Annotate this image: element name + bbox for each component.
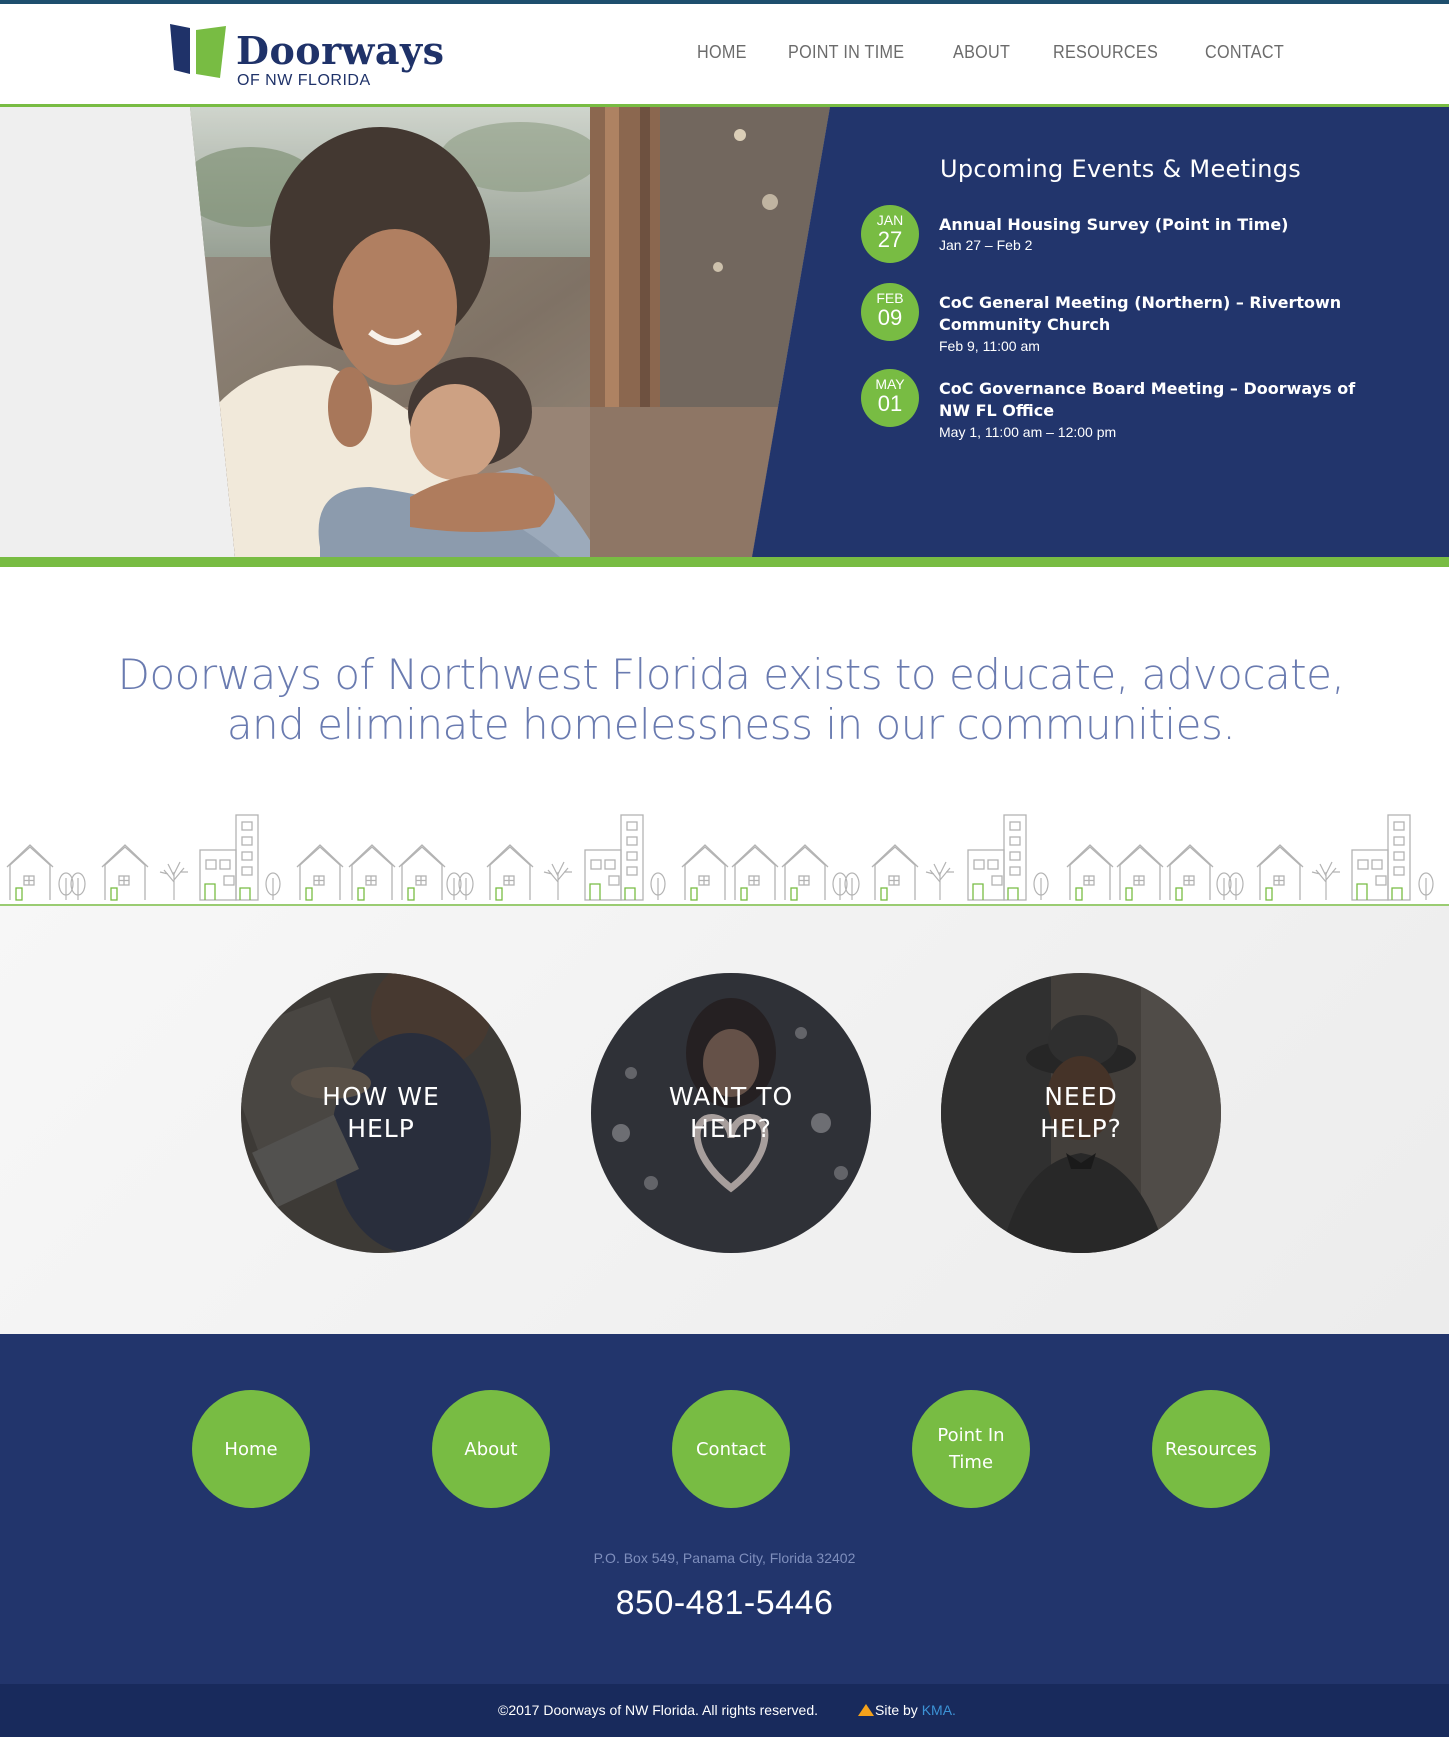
main-nav: HOME POINT IN TIME ABOUT RESOURCES CONTA… bbox=[697, 42, 1293, 63]
event-date: May 1, 11:00 am – 12:00 pm bbox=[939, 424, 1117, 440]
event-item[interactable]: JAN 27 Annual Housing Survey (Point in T… bbox=[861, 205, 1381, 265]
event-date: Feb 9, 11:00 am bbox=[939, 338, 1040, 354]
event-item[interactable]: MAY 01 CoC Governance Board Meeting – Do… bbox=[861, 369, 1381, 440]
event-date-badge: MAY 01 bbox=[861, 369, 919, 427]
town-skyline-illustration bbox=[0, 814, 1449, 906]
nav-resources[interactable]: RESOURCES bbox=[1053, 42, 1158, 63]
nav-home[interactable]: HOME bbox=[697, 42, 747, 63]
how-we-help-circle[interactable]: HOW WE HELP bbox=[241, 973, 521, 1253]
site-credit-prefix: Site by bbox=[875, 1702, 922, 1718]
nav-contact[interactable]: CONTACT bbox=[1205, 42, 1284, 63]
logo-wordmark: Doorways bbox=[236, 28, 445, 73]
help-circles-section: HOW WE HELP WANT TO HELP? NEED HELP? bbox=[0, 906, 1449, 1334]
events-heading: Upcoming Events & Meetings bbox=[940, 155, 1302, 183]
nav-about[interactable]: ABOUT bbox=[953, 42, 1010, 63]
kma-logo-icon bbox=[858, 1704, 874, 1716]
event-month: MAY bbox=[875, 376, 905, 392]
footer-point-in-time-button[interactable]: Point In Time bbox=[912, 1390, 1030, 1508]
door-logo-icon bbox=[170, 24, 226, 78]
event-date-badge: FEB 09 bbox=[861, 283, 919, 341]
footer-home-button[interactable]: Home bbox=[192, 1390, 310, 1508]
sub-footer: ©2017 Doorways of NW Florida. All rights… bbox=[0, 1684, 1449, 1737]
footer-address: P.O. Box 549, Panama City, Florida 32402 bbox=[593, 1550, 856, 1566]
event-item[interactable]: FEB 09 CoC General Meeting (Northern) – … bbox=[861, 283, 1381, 354]
want-to-help-circle[interactable]: WANT TO HELP? bbox=[591, 973, 871, 1253]
kma-link[interactable]: KMA. bbox=[922, 1702, 956, 1718]
footer-phone[interactable]: 850-481-5446 bbox=[0, 1584, 1449, 1623]
site-credit: Site by KMA. bbox=[858, 1702, 956, 1718]
how-we-help-label: HOW WE HELP bbox=[322, 1082, 440, 1143]
event-date-badge: JAN 27 bbox=[861, 205, 919, 263]
logo-subtitle: OF NW FLORIDA bbox=[237, 72, 371, 89]
need-help-label: NEED HELP? bbox=[1040, 1082, 1122, 1143]
hero-green-band bbox=[0, 557, 1449, 567]
event-month: FEB bbox=[876, 290, 904, 306]
want-to-help-label: WANT TO HELP? bbox=[668, 1082, 794, 1143]
site-footer: Home About Contact Point In Time Resourc… bbox=[0, 1334, 1449, 1684]
event-title[interactable]: CoC Governance Board Meeting – Doorways … bbox=[939, 378, 1359, 422]
event-day: 01 bbox=[877, 391, 903, 416]
mission-statement: Doorways of Northwest Florida exists to … bbox=[117, 650, 1345, 749]
footer-resources-button[interactable]: Resources bbox=[1152, 1390, 1270, 1508]
copyright-text: ©2017 Doorways of NW Florida. All rights… bbox=[498, 1702, 818, 1718]
need-help-circle[interactable]: NEED HELP? bbox=[941, 973, 1221, 1253]
event-day: 09 bbox=[877, 305, 903, 330]
event-title[interactable]: CoC General Meeting (Northern) – Riverto… bbox=[939, 292, 1359, 336]
footer-contact-button[interactable]: Contact bbox=[672, 1390, 790, 1508]
site-logo[interactable]: Doorways OF NW FLORIDA bbox=[170, 18, 500, 94]
hero-section: Upcoming Events & Meetings JAN 27 Annual… bbox=[0, 107, 1449, 557]
event-title[interactable]: Annual Housing Survey (Point in Time) bbox=[939, 214, 1359, 236]
event-day: 27 bbox=[877, 227, 903, 252]
event-date: Jan 27 – Feb 2 bbox=[939, 237, 1033, 253]
site-header: Doorways OF NW FLORIDA HOME POINT IN TIM… bbox=[0, 4, 1449, 104]
nav-point-in-time[interactable]: POINT IN TIME bbox=[788, 42, 904, 63]
footer-about-button[interactable]: About bbox=[432, 1390, 550, 1508]
event-month: JAN bbox=[876, 212, 904, 228]
